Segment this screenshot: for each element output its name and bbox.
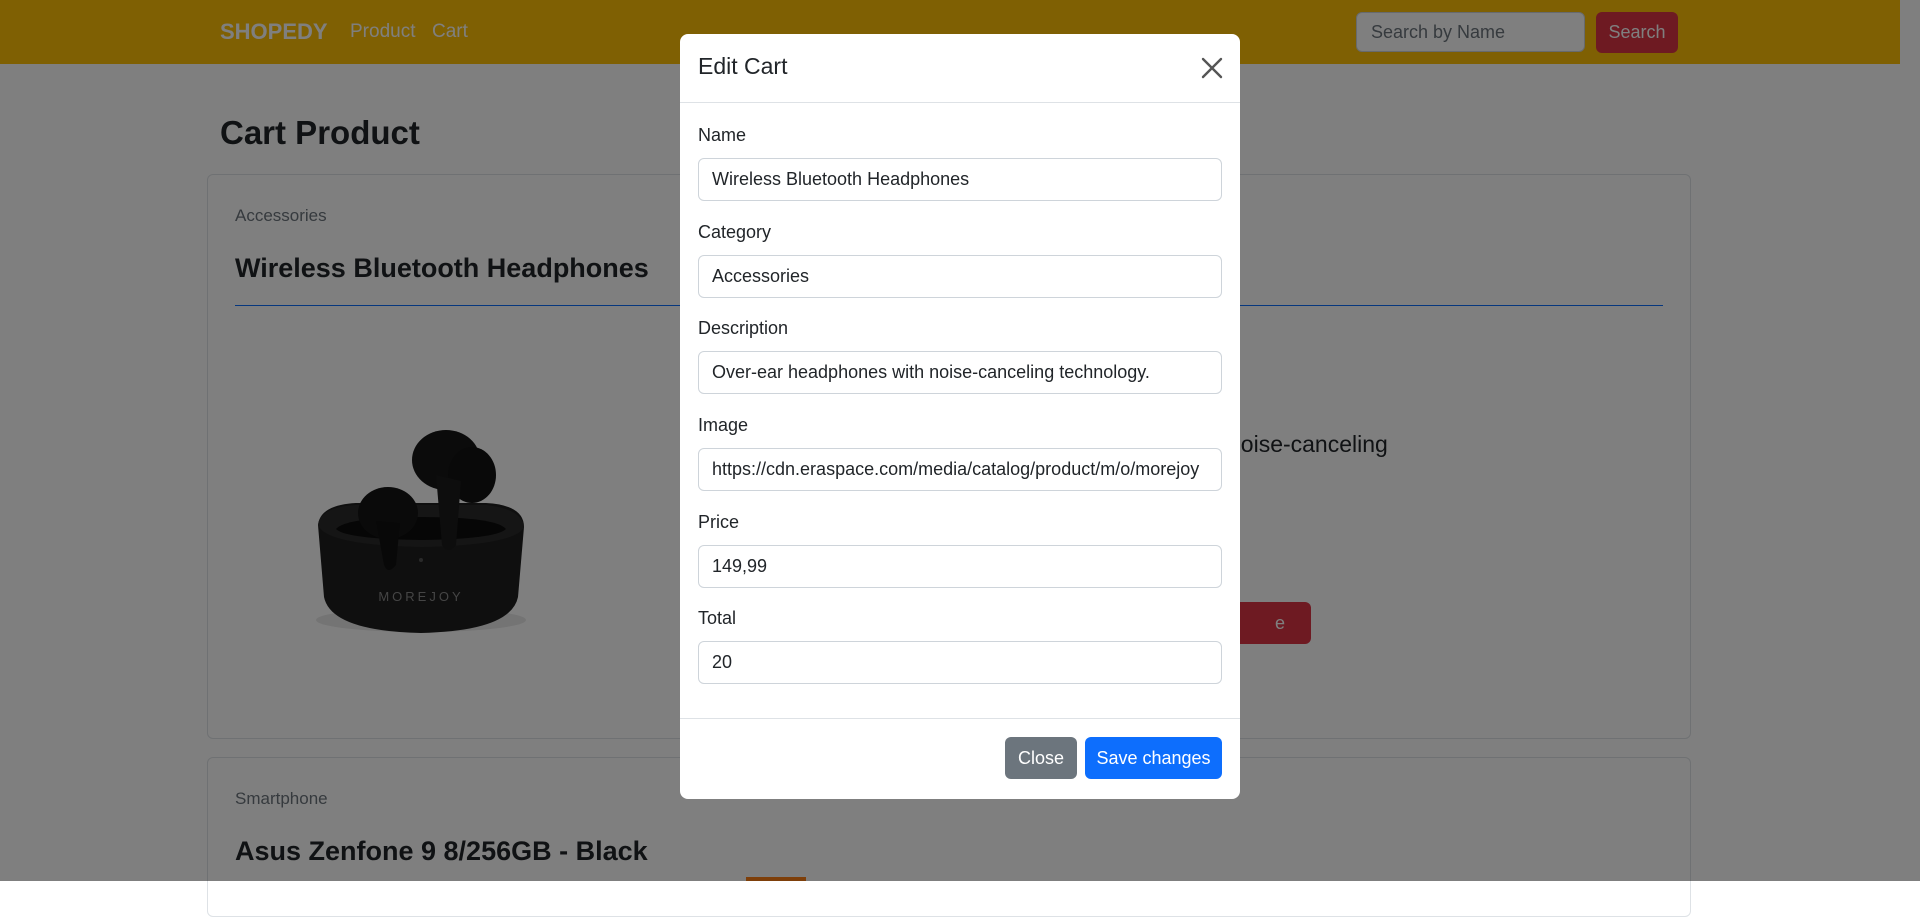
edit-cart-modal: Edit Cart Name Category Description Imag…: [680, 34, 1240, 799]
modal-title: Edit Cart: [698, 53, 788, 79]
category-field[interactable]: [698, 255, 1222, 298]
scrollbar[interactable]: [1900, 0, 1920, 881]
price-field[interactable]: [698, 545, 1222, 588]
close-icon[interactable]: [1198, 54, 1226, 82]
image-label: Image: [698, 415, 749, 435]
total-label: Total: [698, 608, 737, 628]
save-changes-button[interactable]: Save changes: [1085, 737, 1222, 779]
name-field[interactable]: [698, 158, 1222, 201]
name-label: Name: [698, 125, 747, 145]
modal-header: Edit Cart: [680, 34, 1240, 103]
total-field[interactable]: [698, 641, 1222, 684]
category-label: Category: [698, 222, 772, 242]
image-url-field[interactable]: [698, 448, 1222, 491]
price-label: Price: [698, 512, 740, 532]
close-button[interactable]: Close: [1005, 737, 1077, 779]
description-field[interactable]: [698, 351, 1222, 394]
description-label: Description: [698, 318, 789, 338]
